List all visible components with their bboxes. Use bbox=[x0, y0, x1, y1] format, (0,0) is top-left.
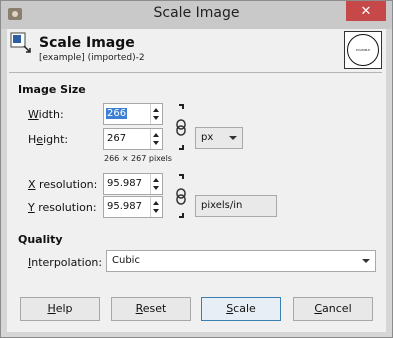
dialog-body: Scale Image [example] (imported)-2 EXAMP… bbox=[7, 29, 386, 332]
height-label: Height: bbox=[28, 133, 69, 146]
height-spinbutton[interactable]: 267 bbox=[103, 128, 163, 150]
increment-icon[interactable] bbox=[153, 108, 159, 112]
resolution-unit-value: pixels/in bbox=[201, 200, 243, 211]
width-stepper[interactable] bbox=[150, 104, 162, 124]
y-resolution-spinbutton[interactable]: 95.987 bbox=[103, 196, 163, 218]
width-label: Width: bbox=[28, 108, 64, 121]
size-unit-select[interactable]: px bbox=[195, 127, 243, 149]
x-resolution-stepper[interactable] bbox=[150, 174, 162, 194]
chevron-down-icon bbox=[362, 259, 370, 263]
chevron-down-icon bbox=[229, 136, 237, 140]
height-stepper[interactable] bbox=[150, 129, 162, 149]
x-resolution-label: X resolution: bbox=[28, 178, 98, 191]
help-button[interactable]: Help bbox=[20, 297, 100, 321]
header-separator bbox=[9, 72, 382, 73]
image-name: [example] (imported)-2 bbox=[39, 53, 145, 63]
scale-button[interactable]: Scale bbox=[201, 297, 281, 321]
decrement-icon[interactable] bbox=[153, 116, 159, 120]
y-resolution-value[interactable]: 95.987 bbox=[107, 201, 142, 212]
interpolation-value: Cubic bbox=[112, 255, 140, 266]
resolution-unit-select[interactable]: pixels/in bbox=[195, 195, 277, 217]
scale-image-icon bbox=[10, 32, 31, 53]
quality-heading: Quality bbox=[18, 233, 63, 246]
x-resolution-value[interactable]: 95.987 bbox=[107, 178, 142, 189]
y-resolution-label: Y resolution: bbox=[28, 201, 97, 214]
increment-icon[interactable] bbox=[153, 201, 159, 205]
decrement-icon[interactable] bbox=[153, 141, 159, 145]
resolution-chain-icon[interactable] bbox=[175, 173, 191, 219]
image-preview: EXAMPLE bbox=[344, 31, 382, 69]
preview-logo: EXAMPLE bbox=[347, 34, 379, 66]
width-spinbutton[interactable]: 266 bbox=[103, 103, 163, 125]
dialog-title: Scale Image bbox=[39, 35, 135, 51]
y-resolution-stepper[interactable] bbox=[150, 197, 162, 217]
window-title: Scale Image bbox=[153, 5, 240, 21]
increment-icon[interactable] bbox=[153, 178, 159, 182]
size-chain-icon[interactable] bbox=[175, 103, 191, 151]
pixel-size-note: 266 × 267 pixels bbox=[104, 154, 172, 163]
decrement-icon[interactable] bbox=[153, 186, 159, 190]
dialog-header: Scale Image [example] (imported)-2 EXAMP… bbox=[7, 29, 386, 71]
height-value[interactable]: 267 bbox=[107, 133, 126, 144]
decrement-icon[interactable] bbox=[153, 209, 159, 213]
width-value[interactable]: 266 bbox=[106, 108, 128, 119]
close-button[interactable]: ✕ bbox=[346, 1, 386, 21]
reset-button[interactable]: Reset bbox=[111, 297, 191, 321]
cancel-button[interactable]: Cancel bbox=[293, 297, 373, 321]
title-bar[interactable]: Scale Image ✕ bbox=[1, 1, 392, 29]
image-size-heading: Image Size bbox=[18, 83, 86, 96]
size-unit-value: px bbox=[201, 132, 214, 143]
increment-icon[interactable] bbox=[153, 133, 159, 137]
x-resolution-spinbutton[interactable]: 95.987 bbox=[103, 173, 163, 195]
interpolation-label: Interpolation: bbox=[28, 256, 103, 269]
interpolation-select[interactable]: Cubic bbox=[106, 250, 376, 272]
scale-image-window: Scale Image ✕ Scale Image [example] (imp… bbox=[0, 0, 393, 338]
